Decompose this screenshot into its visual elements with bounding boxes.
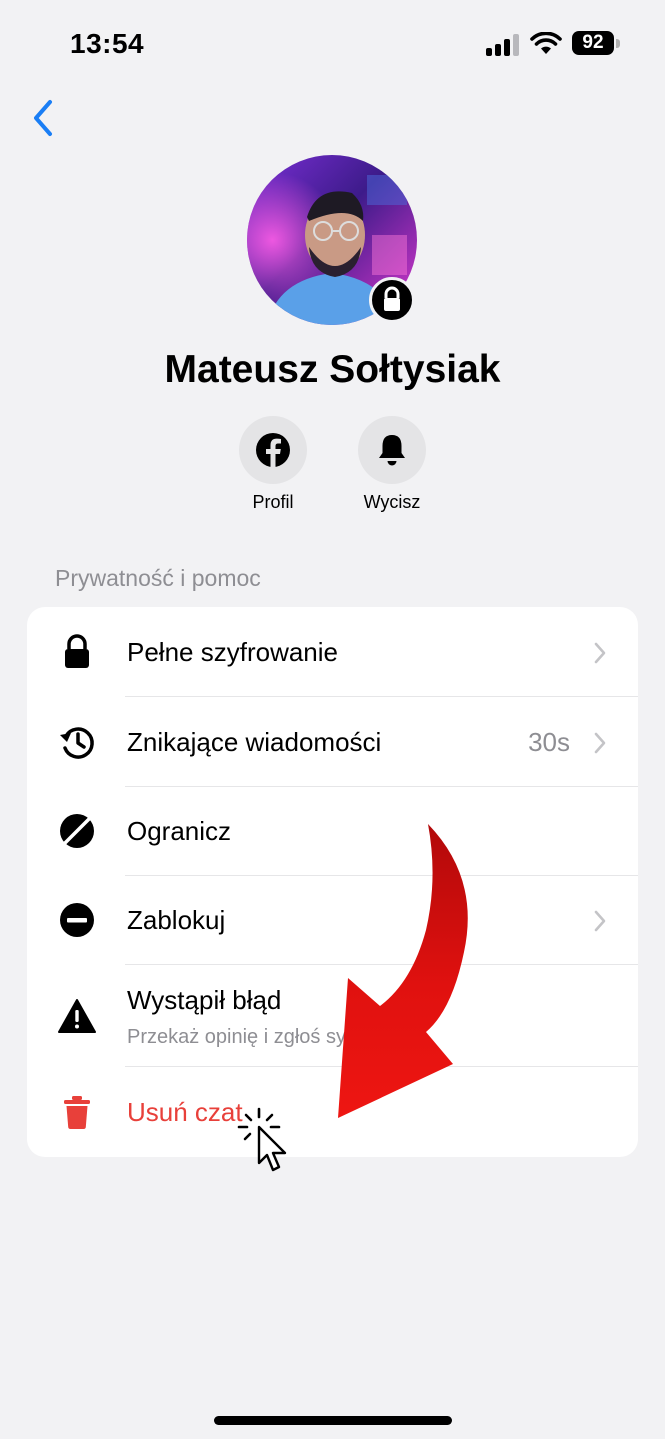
status-bar: 13:54 92 — [0, 0, 665, 90]
encryption-lock-badge — [369, 277, 415, 323]
chevron-right-icon — [594, 910, 606, 932]
row-label: Ogranicz — [127, 816, 232, 846]
status-time: 13:54 — [70, 28, 145, 59]
battery-level: 92 — [572, 31, 614, 55]
cellular-signal-icon — [486, 34, 520, 56]
chevron-right-icon — [594, 642, 606, 664]
warning-icon — [58, 999, 96, 1033]
trash-icon — [64, 1096, 90, 1129]
profile-button[interactable]: Profil — [238, 416, 308, 513]
row-label: Usuń czat — [127, 1097, 243, 1127]
home-indicator[interactable] — [214, 1416, 452, 1425]
back-chevron-icon[interactable] — [26, 96, 62, 140]
chevron-right-icon — [594, 732, 606, 754]
profile-name: Mateusz Sołtysiak — [164, 348, 501, 391]
mute-button[interactable]: Wycisz — [357, 416, 427, 513]
row-disappearing-messages[interactable]: Znikające wiadomości 30s — [27, 697, 638, 786]
lock-icon — [65, 634, 89, 668]
mute-button-label: Wycisz — [363, 492, 421, 512]
facebook-icon — [256, 433, 290, 468]
disappearing-timer-value: 30s — [528, 727, 570, 757]
section-title: Prywatność i pomoc — [55, 565, 261, 591]
annotation-arrow-icon — [338, 824, 468, 1118]
row-label: Wystąpił błąd — [127, 985, 282, 1015]
wifi-icon — [530, 32, 562, 54]
row-label: Znikające wiadomości — [127, 727, 382, 757]
row-label: Pełne szyfrowanie — [127, 637, 338, 667]
clock-history-icon — [60, 727, 94, 759]
profile-button-label: Profil — [252, 492, 294, 512]
bell-icon — [379, 435, 405, 466]
row-label: Zablokuj — [127, 905, 226, 935]
block-icon — [60, 903, 94, 937]
battery-icon: 92 — [572, 31, 622, 57]
restrict-icon — [60, 814, 94, 848]
click-cursor-icon — [237, 1107, 287, 1172]
row-end-to-end-encryption[interactable]: Pełne szyfrowanie — [27, 607, 638, 696]
